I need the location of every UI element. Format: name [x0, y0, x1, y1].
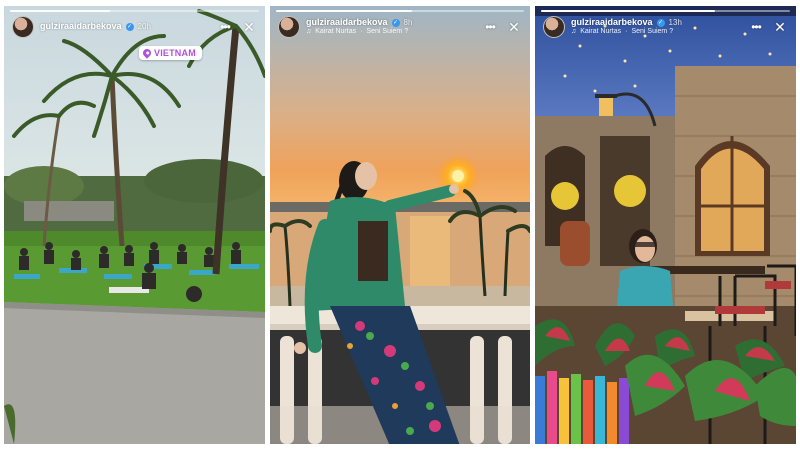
music-artist: Kairat Nurtas [580, 28, 622, 36]
post-time: 8h [403, 17, 413, 27]
story-panel-1[interactable]: gulziraaidarbekova ✓ 20h ••• ✕ VIETNAM [4, 6, 265, 444]
post-time: 13h [668, 17, 682, 27]
close-icon[interactable]: ✕ [772, 20, 788, 34]
story-panel-3[interactable]: gulziraaidarbekova ✓ 13h ♫ Kairat Nurtas… [535, 6, 796, 444]
music-info[interactable]: ♫ Kairat Nurtas · Seni Suiem ? [571, 28, 682, 36]
story-panel-2[interactable]: gulziraaidarbekova ✓ 8h ♫ Kairat Nurtas … [270, 6, 530, 444]
story-image-2 [270, 6, 530, 444]
avatar[interactable] [543, 16, 565, 38]
story-image-1 [4, 6, 265, 444]
username[interactable]: gulziraaidarbekova [306, 17, 388, 28]
music-note-icon: ♫ [306, 28, 312, 36]
more-options-icon[interactable]: ••• [482, 20, 498, 34]
story-header: gulziraaidarbekova ✓ 13h ♫ Kairat Nurtas… [543, 16, 788, 38]
post-time: 20h [137, 21, 151, 31]
close-icon[interactable]: ✕ [241, 20, 257, 34]
more-options-icon[interactable]: ••• [748, 20, 764, 34]
story-progress-bar [276, 10, 524, 12]
music-song: Seni Suiem ? [366, 28, 409, 36]
music-artist: Kairat Nurtas [315, 28, 357, 36]
story-progress-bar [10, 10, 259, 12]
music-note-icon: ♫ [571, 28, 577, 36]
avatar[interactable] [12, 16, 34, 38]
story-header: gulziraaidarbekova ✓ 20h ••• ✕ [12, 16, 257, 38]
username[interactable]: gulziraaidarbekova [571, 17, 653, 28]
avatar[interactable] [278, 16, 300, 38]
more-options-icon[interactable]: ••• [217, 20, 233, 34]
verified-badge-icon: ✓ [656, 19, 665, 28]
verified-badge-icon: ✓ [391, 19, 400, 28]
story-header: gulziraaidarbekova ✓ 8h ♫ Kairat Nurtas … [278, 16, 522, 38]
close-icon[interactable]: ✕ [506, 20, 522, 34]
music-song: Seni Suiem ? [631, 28, 674, 36]
location-pin-icon [141, 47, 153, 59]
music-info[interactable]: ♫ Kairat Nurtas · Seni Suiem ? [306, 28, 412, 36]
story-progress-bar [541, 10, 790, 12]
location-sticker-label: VIETNAM [154, 48, 196, 58]
location-sticker[interactable]: VIETNAM [139, 46, 202, 60]
verified-badge-icon: ✓ [125, 22, 134, 31]
username[interactable]: gulziraaidarbekova [40, 21, 122, 32]
story-image-3 [535, 6, 796, 444]
